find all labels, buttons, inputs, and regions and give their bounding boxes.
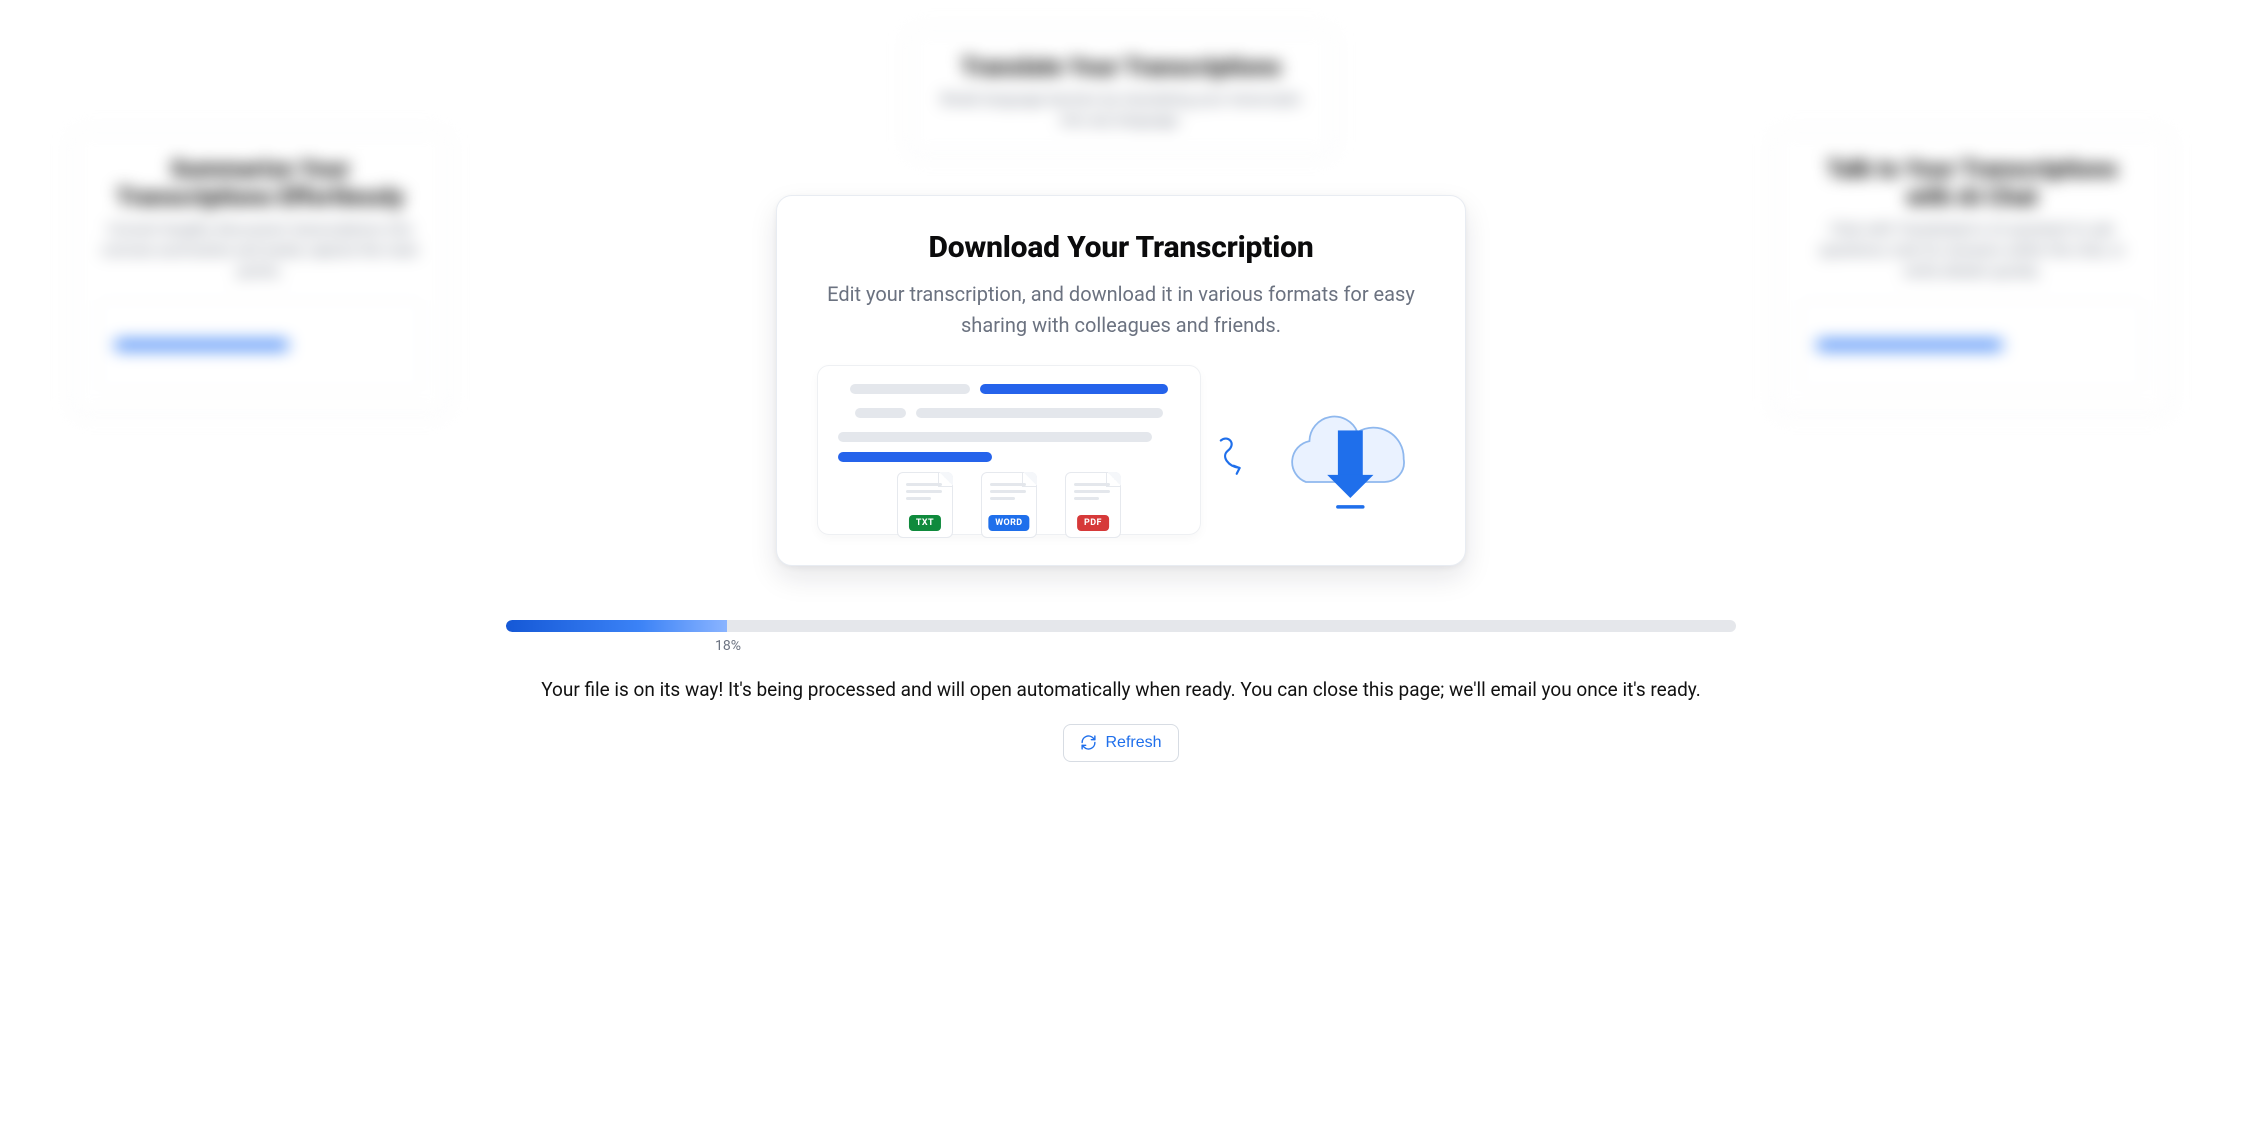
bg-card-title: Translate Your Transcriptions (935, 53, 1307, 81)
refresh-button[interactable]: Refresh (1063, 724, 1178, 762)
download-card-title: Download Your Transcription (817, 230, 1425, 265)
bg-card-desc: Chat with Transkriptor's AI assistant to… (1801, 219, 2143, 282)
arrow-swirl-icon (1215, 430, 1251, 490)
bg-card-mock (99, 300, 421, 390)
bg-card-title: Talk to Your Transcriptions with AI Chat (1801, 155, 2143, 211)
progress-bar (506, 620, 1736, 632)
download-card-subtitle: Edit your transcription, and download it… (817, 279, 1425, 341)
cloud-download-icon (1265, 375, 1425, 525)
bg-card-desc: Convert lengthy discussion transcription… (99, 219, 421, 282)
download-card: Download Your Transcription Edit your tr… (776, 195, 1466, 566)
refresh-button-label: Refresh (1105, 734, 1161, 752)
bg-card-translate: Translate Your Transcriptions Break lang… (906, 28, 1336, 156)
progress-bar-fill (506, 620, 727, 632)
format-badge-word: WORD (988, 515, 1029, 531)
bg-card-desc: Break language barriers by translating y… (935, 89, 1307, 131)
bg-card-ai-chat: Talk to Your Transcriptions with AI Chat… (1772, 130, 2172, 415)
bg-card-summarize: Summarize Your Transcriptions Effortless… (70, 130, 450, 415)
status-message: Your file is on its way! It's being proc… (541, 676, 1701, 704)
format-badge-txt: TXT (909, 515, 941, 531)
file-format-row: TXT WORD PDF (818, 472, 1200, 538)
format-badge-pdf: PDF (1077, 515, 1109, 531)
progress-section: 18% Your file is on its way! It's being … (0, 620, 2242, 762)
background-features-blurred: Summarize Your Transcriptions Effortless… (0, 0, 2242, 1136)
document-preview: TXT WORD PDF (817, 365, 1201, 535)
file-format-txt: TXT (897, 472, 953, 538)
progress-percent-label: 18% (715, 638, 741, 654)
download-illustration: TXT WORD PDF (817, 365, 1425, 535)
file-format-pdf: PDF (1065, 472, 1121, 538)
file-format-word: WORD (981, 472, 1037, 538)
bg-card-title: Summarize Your Transcriptions Effortless… (99, 155, 421, 211)
refresh-icon (1080, 734, 1097, 751)
bg-card-mock (1801, 300, 2143, 390)
